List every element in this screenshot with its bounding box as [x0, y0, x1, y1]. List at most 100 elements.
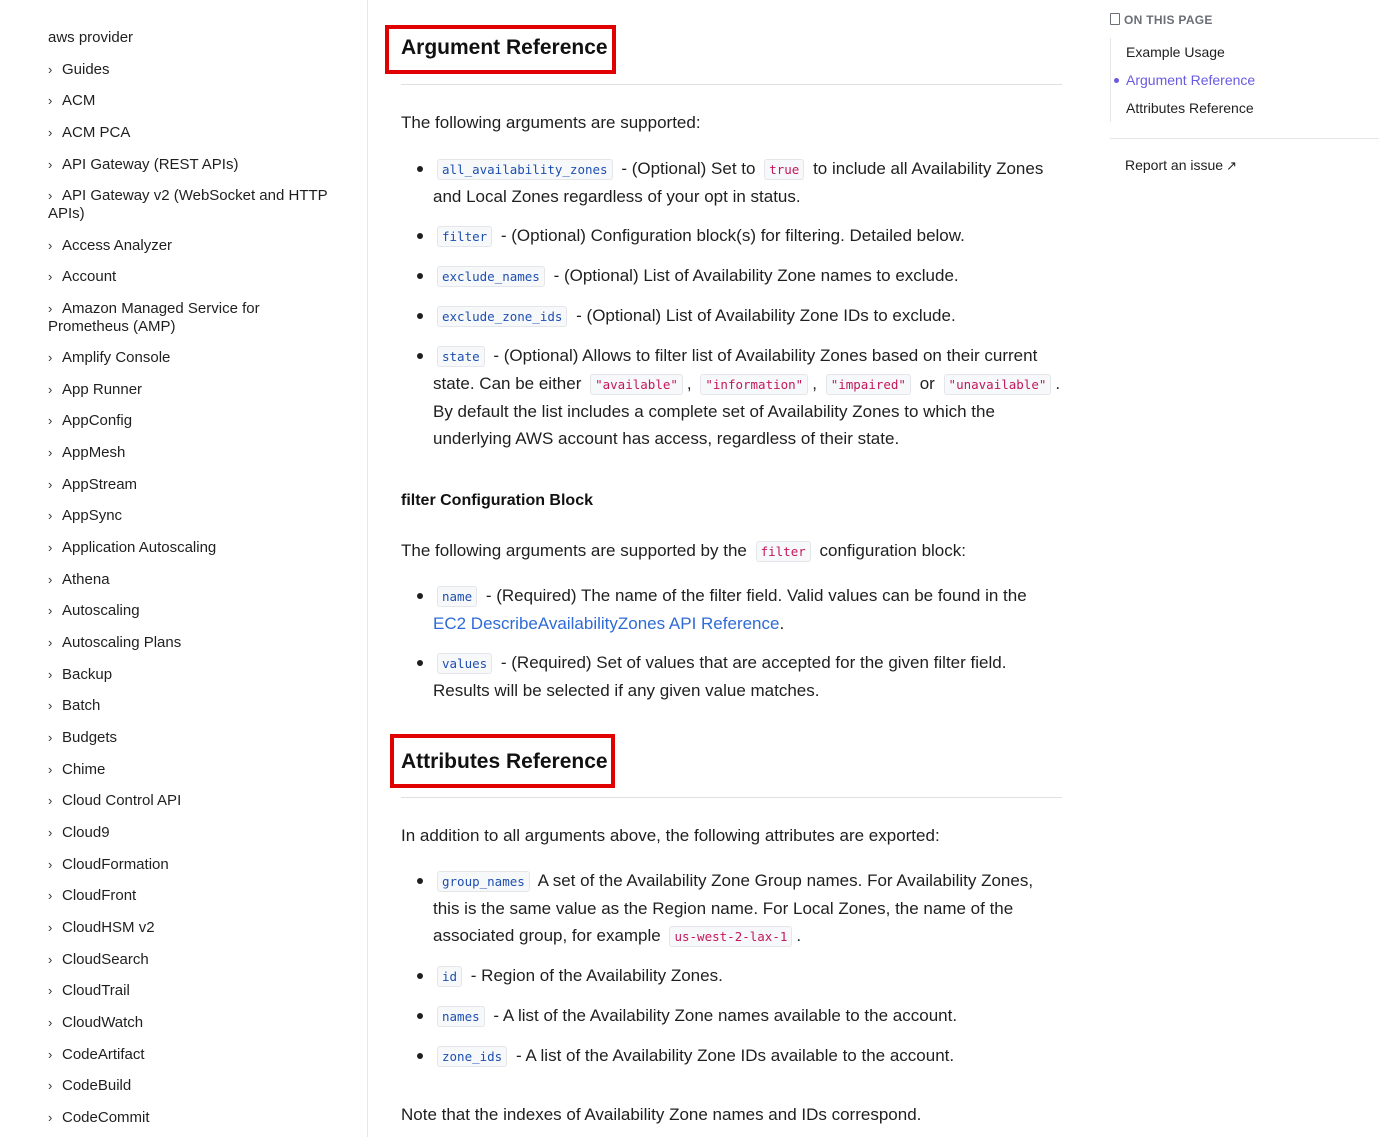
sidebar-item-cloudfront[interactable]: › CloudFront	[48, 887, 136, 905]
toc-list: Example Usage Argument Reference Attribu…	[1110, 38, 1379, 122]
sidebar-item-label: AppStream	[62, 476, 138, 493]
value-code-available: "available"	[590, 374, 683, 395]
sidebar-item-codecommit[interactable]: › CodeCommit	[48, 1109, 150, 1127]
sidebar-item-label: Application Autoscaling	[62, 539, 217, 556]
toc-item-example-usage[interactable]: Example Usage	[1126, 38, 1379, 66]
sidebar-item-label: AppMesh	[62, 444, 126, 461]
toc-item-attributes-reference[interactable]: Attributes Reference	[1126, 94, 1379, 122]
sidebar-item-cloudsearch[interactable]: › CloudSearch	[48, 951, 149, 969]
value-code-filter: filter	[755, 541, 811, 562]
chevron-right-icon: ›	[48, 125, 53, 140]
attribute-list: group_names A set of the Availability Zo…	[417, 867, 1063, 1082]
sidebar-root-link[interactable]: aws provider	[48, 29, 133, 46]
sidebar-item-budgets[interactable]: › Budgets	[48, 729, 117, 747]
chevron-right-icon: ›	[48, 350, 53, 365]
chevron-right-icon: ›	[48, 445, 53, 460]
toc-divider	[1110, 138, 1379, 139]
list-item: name - (Required) The name of the filter…	[417, 582, 1063, 637]
sidebar-item-acm[interactable]: › ACM	[48, 92, 95, 110]
sidebar-item-chime[interactable]: › Chime	[48, 761, 105, 779]
sidebar-item-label: Autoscaling Plans	[62, 634, 182, 651]
value-code-unavailable: "unavailable"	[943, 374, 1052, 395]
sidebar-item-label: Budgets	[62, 729, 118, 746]
sidebar-item-label: Backup	[62, 666, 113, 683]
list-item: zone_ids - A list of the Availability Zo…	[417, 1042, 1063, 1070]
chevron-right-icon: ›	[48, 62, 53, 77]
arg-code-values: values	[437, 653, 493, 674]
sidebar-item-autoscaling-plans[interactable]: › Autoscaling Plans	[48, 634, 181, 652]
sidebar-item-access-analyzer[interactable]: › Access Analyzer	[48, 237, 172, 255]
sidebar-item-codeartifact[interactable]: › CodeArtifact	[48, 1046, 145, 1064]
chevron-right-icon: ›	[48, 1078, 53, 1093]
sidebar-item-batch[interactable]: › Batch	[48, 697, 100, 715]
chevron-right-icon: ›	[48, 603, 53, 618]
sidebar-item-codebuild[interactable]: › CodeBuild	[48, 1077, 131, 1095]
chevron-right-icon: ›	[48, 793, 53, 808]
docs-page: aws provider › Guides › ACM › ACM PCA › API …	[0, 0, 1389, 1137]
attr-code-id: id	[437, 966, 463, 987]
sidebar-item-label: CodeBuild	[62, 1077, 132, 1094]
sidebar-item-label: Cloud9	[62, 824, 110, 841]
ec2-api-reference-link[interactable]: EC2 DescribeAvailabilityZones API Refere…	[433, 614, 779, 633]
toc-heading: ON THIS PAGE	[1110, 13, 1213, 27]
filter-intro: The following arguments are supported by…	[401, 541, 966, 562]
sidebar-item-cloud-control-api[interactable]: › Cloud Control API	[48, 792, 181, 810]
sidebar-item-appmesh[interactable]: › AppMesh	[48, 444, 125, 462]
sidebar-item-api-gateway[interactable]: › API Gateway (REST APIs)	[48, 156, 238, 174]
sidebar-item-label: CloudTrail	[62, 982, 130, 999]
arg-code-exclude-zone-ids: exclude_zone_ids	[437, 306, 568, 327]
arg-code-exclude-names: exclude_names	[437, 266, 545, 287]
sidebar-item-label: Access Analyzer	[62, 237, 173, 254]
sidebar-item-athena[interactable]: › Athena	[48, 571, 110, 589]
chevron-right-icon: ›	[48, 238, 53, 253]
document-icon	[1110, 13, 1120, 25]
sidebar-item-label: Guides	[62, 61, 110, 78]
attr-code-zone-ids: zone_ids	[437, 1046, 508, 1067]
chevron-right-icon: ›	[48, 857, 53, 872]
toc-item-argument-reference[interactable]: Argument Reference	[1114, 66, 1379, 94]
chevron-right-icon: ›	[48, 1110, 53, 1125]
sidebar-item-label: CloudHSM v2	[62, 919, 155, 936]
value-code-true: true	[764, 159, 805, 180]
arg-code-name: name	[437, 586, 478, 607]
sidebar-nav: aws provider › Guides › ACM › ACM PCA › API …	[0, 0, 368, 1137]
chevron-right-icon: ›	[48, 1047, 53, 1062]
sidebar-item-cloudhsm-v2[interactable]: › CloudHSM v2	[48, 919, 155, 937]
sidebar-item-guides[interactable]: › Guides	[48, 61, 110, 79]
sidebar-item-label: CloudSearch	[62, 951, 149, 968]
sidebar-item-cloudwatch[interactable]: › CloudWatch	[48, 1014, 143, 1032]
sidebar-item-appstream[interactable]: › AppStream	[48, 476, 137, 494]
chevron-right-icon: ›	[48, 730, 53, 745]
sidebar-item-api-gateway-v2[interactable]: › API Gateway v2 (WebSocket and HTTP APIs…	[48, 187, 328, 223]
sidebar-item-cloudtrail[interactable]: › CloudTrail	[48, 982, 130, 1000]
arg-code-all-availability-zones: all_availability_zones	[437, 159, 613, 180]
highlight-box	[390, 734, 615, 788]
sidebar-item-account[interactable]: › Account	[48, 268, 116, 286]
chevron-right-icon: ›	[48, 413, 53, 428]
sidebar-item-autoscaling[interactable]: › Autoscaling	[48, 602, 140, 620]
sidebar-item-application-autoscaling[interactable]: › Application Autoscaling	[48, 539, 216, 557]
sidebar-item-label: CodeArtifact	[62, 1046, 145, 1063]
sidebar-item-label: Amazon Managed Service for Prometheus (A…	[48, 300, 260, 335]
sidebar-item-label: ACM	[62, 92, 96, 109]
sidebar-item-appsync[interactable]: › AppSync	[48, 507, 122, 525]
value-code-us-west-2-lax-1: us-west-2-lax-1	[669, 926, 793, 947]
chevron-right-icon: ›	[48, 1015, 53, 1030]
list-item: exclude_names - (Optional) List of Avail…	[417, 262, 1063, 290]
sidebar-item-label: AppConfig	[62, 412, 133, 429]
sidebar-item-backup[interactable]: › Backup	[48, 666, 112, 684]
sidebar-item-label: Amplify Console	[62, 349, 171, 366]
value-code-information: "information"	[700, 374, 809, 395]
chevron-right-icon: ›	[48, 698, 53, 713]
sidebar-item-amplify-console[interactable]: › Amplify Console	[48, 349, 170, 367]
sidebar-item-cloud9[interactable]: › Cloud9	[48, 824, 110, 842]
chevron-right-icon: ›	[48, 508, 53, 523]
chevron-right-icon: ›	[48, 572, 53, 587]
sidebar-item-acm-pca[interactable]: › ACM PCA	[48, 124, 130, 142]
sidebar-item-amp[interactable]: › Amazon Managed Service for Prometheus (…	[48, 300, 338, 336]
sidebar-item-appconfig[interactable]: › AppConfig	[48, 412, 132, 430]
sidebar-item-app-runner[interactable]: › App Runner	[48, 381, 142, 399]
sidebar-item-cloudformation[interactable]: › CloudFormation	[48, 856, 169, 874]
report-issue-link[interactable]: Report an issue ↗	[1125, 157, 1237, 174]
arg-code-state: state	[437, 346, 485, 367]
